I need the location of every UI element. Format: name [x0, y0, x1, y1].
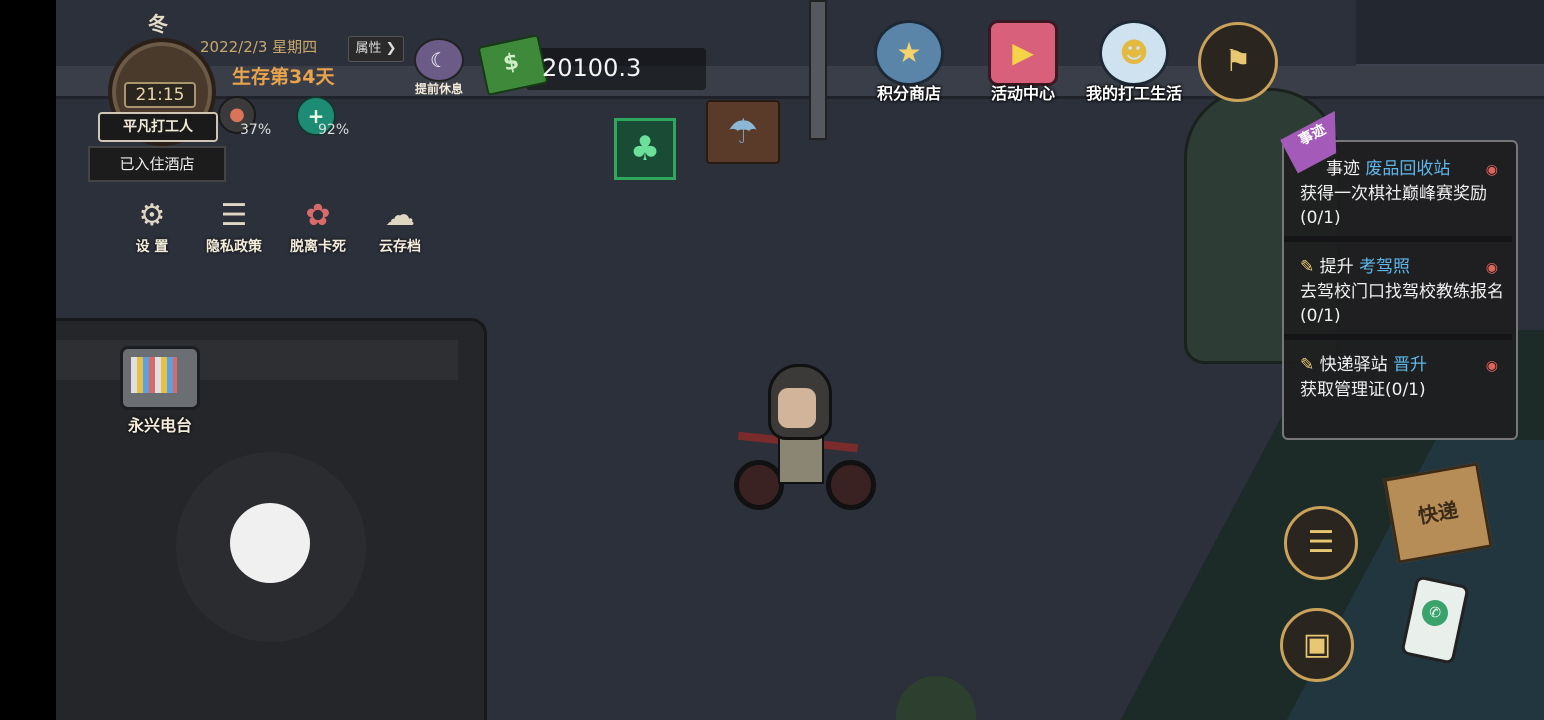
quest-prefix: 事迹	[1326, 159, 1360, 179]
clock-time: 21:15	[124, 82, 196, 108]
radio-station-label: 永兴电台	[127, 416, 192, 435]
activity-center-button[interactable]: ▶ 活动中心	[968, 20, 1078, 110]
backpack-icon: ▣	[1302, 627, 1332, 662]
backpack-button[interactable]: ▣	[1280, 608, 1354, 682]
quest-body: 获得一次棋社巅峰赛奖励(0/1)	[1300, 184, 1487, 228]
shop-icon: ★	[874, 20, 944, 86]
tv-play-icon: ▶	[988, 20, 1058, 86]
points-shop-button[interactable]: ★ 积分商店	[854, 20, 964, 110]
player-body	[778, 434, 824, 484]
points-shop-label: 积分商店	[876, 84, 941, 103]
settings-label: 设 置	[135, 239, 169, 255]
quest-prefix: 快递驿站	[1319, 355, 1388, 375]
bush	[896, 676, 976, 720]
quest-body: 去驾校门口找驾校教练报名(0/1)	[1300, 282, 1504, 326]
knot-icon: ✿	[305, 198, 331, 233]
bridge-rail	[1356, 0, 1544, 66]
privacy-policy-button[interactable]: ☰ 隐私政策	[200, 196, 268, 266]
location-pin-icon[interactable]: ◉	[1486, 260, 1498, 276]
activity-center-label: 活动中心	[990, 84, 1055, 103]
location-pin-icon[interactable]: ◉	[1486, 162, 1498, 178]
task-list-button[interactable]: ☰	[1284, 506, 1358, 580]
quest-highlight: 废品回收站	[1365, 159, 1451, 179]
quest-highlight: 晋升	[1393, 355, 1428, 375]
hotel-status: 已入住酒店	[88, 146, 226, 182]
game-scene: 21:15 冬 平凡打工人 2022/2/3 星期四 生存第34天 属性 ❯ ☾…	[56, 0, 1544, 720]
gear-icon: ⚙	[138, 198, 166, 233]
joystick-knob[interactable]	[230, 503, 310, 583]
chevron-right-icon: ❯	[385, 41, 397, 56]
scooter-wheel	[734, 460, 784, 510]
date-label: 2022/2/3 星期四	[200, 38, 318, 56]
rest-label: 提前休息	[414, 82, 463, 96]
my-work-life-button[interactable]: ☻ 我的打工生活	[1074, 20, 1194, 110]
document-icon: ☰	[220, 198, 248, 233]
quest-highlight: 考驾照	[1359, 257, 1411, 277]
quest-item[interactable]: ✎ 快递驿站 晋升 获取管理证(0/1) ◉	[1284, 352, 1512, 402]
hunger-meter: ● 37%	[218, 96, 298, 140]
radio-station[interactable]: 永兴电台	[120, 346, 200, 436]
cloud-icon: ☁	[385, 198, 415, 233]
cloud-save-label: 云存档	[379, 239, 421, 255]
quest-body: 获取管理证(0/1)	[1300, 380, 1426, 400]
hunger-percent: 37%	[240, 122, 272, 138]
quest-item[interactable]: 事迹 废品回收站 获得一次棋社巅峰赛奖励(0/1) ◉	[1284, 156, 1512, 230]
building-roof	[56, 340, 458, 380]
player-face	[778, 388, 816, 428]
clipboard-icon: ✎	[1300, 257, 1315, 277]
clover-icon[interactable]: ♣	[614, 118, 676, 180]
street-lamp	[809, 0, 827, 140]
my-work-life-label: 我的打工生活	[1085, 84, 1182, 103]
sleep-icon: ☾	[414, 38, 464, 82]
health-percent: 92%	[318, 122, 350, 138]
settings-button[interactable]: ⚙ 设 置	[118, 196, 186, 266]
privacy-label: 隐私政策	[206, 239, 262, 255]
survival-days: 生存第34天	[232, 66, 335, 88]
location-pin-icon[interactable]: ◉	[1486, 358, 1498, 374]
clipboard-icon: ✎	[1300, 355, 1315, 375]
quest-item[interactable]: ✎ 提升 考驾照 去驾校门口找驾校教练报名(0/1) ◉	[1284, 254, 1512, 328]
season-label: 冬	[148, 12, 168, 36]
clipboard-icon: ☰	[1307, 525, 1335, 560]
money-value: 20100.3	[542, 54, 642, 82]
quest-panel: 事迹 事迹 废品回收站 获得一次棋社巅峰赛奖励(0/1) ◉ ✎ 提升 考驾照 …	[1282, 140, 1518, 440]
attributes-label: 属性	[355, 41, 382, 56]
quest-prefix: 提升	[1319, 257, 1354, 277]
rank-banner: 平凡打工人	[98, 112, 218, 142]
attributes-button[interactable]: 属性 ❯	[348, 36, 404, 62]
umbrella-icon[interactable]: ☂	[706, 100, 780, 164]
player-character	[728, 364, 878, 510]
worker-avatar-icon: ☻	[1099, 20, 1169, 86]
parcel-label: 快递	[1416, 497, 1460, 529]
rest-button[interactable]: ☾ 提前休息	[410, 38, 468, 98]
phone-button[interactable]: ✆	[1390, 575, 1476, 665]
map-icon[interactable]: ⚑	[1198, 22, 1278, 102]
unstuck-button[interactable]: ✿ 脱离卡死	[284, 196, 352, 266]
parcel-button[interactable]: 快递	[1383, 462, 1493, 564]
scooter-wheel	[826, 460, 876, 510]
quest-divider	[1284, 236, 1512, 242]
health-meter: + 92%	[296, 96, 376, 140]
quest-divider	[1284, 334, 1512, 340]
unstuck-label: 脱离卡死	[290, 239, 346, 255]
tv-icon	[120, 346, 200, 410]
cloud-save-button[interactable]: ☁ 云存档	[366, 196, 434, 266]
